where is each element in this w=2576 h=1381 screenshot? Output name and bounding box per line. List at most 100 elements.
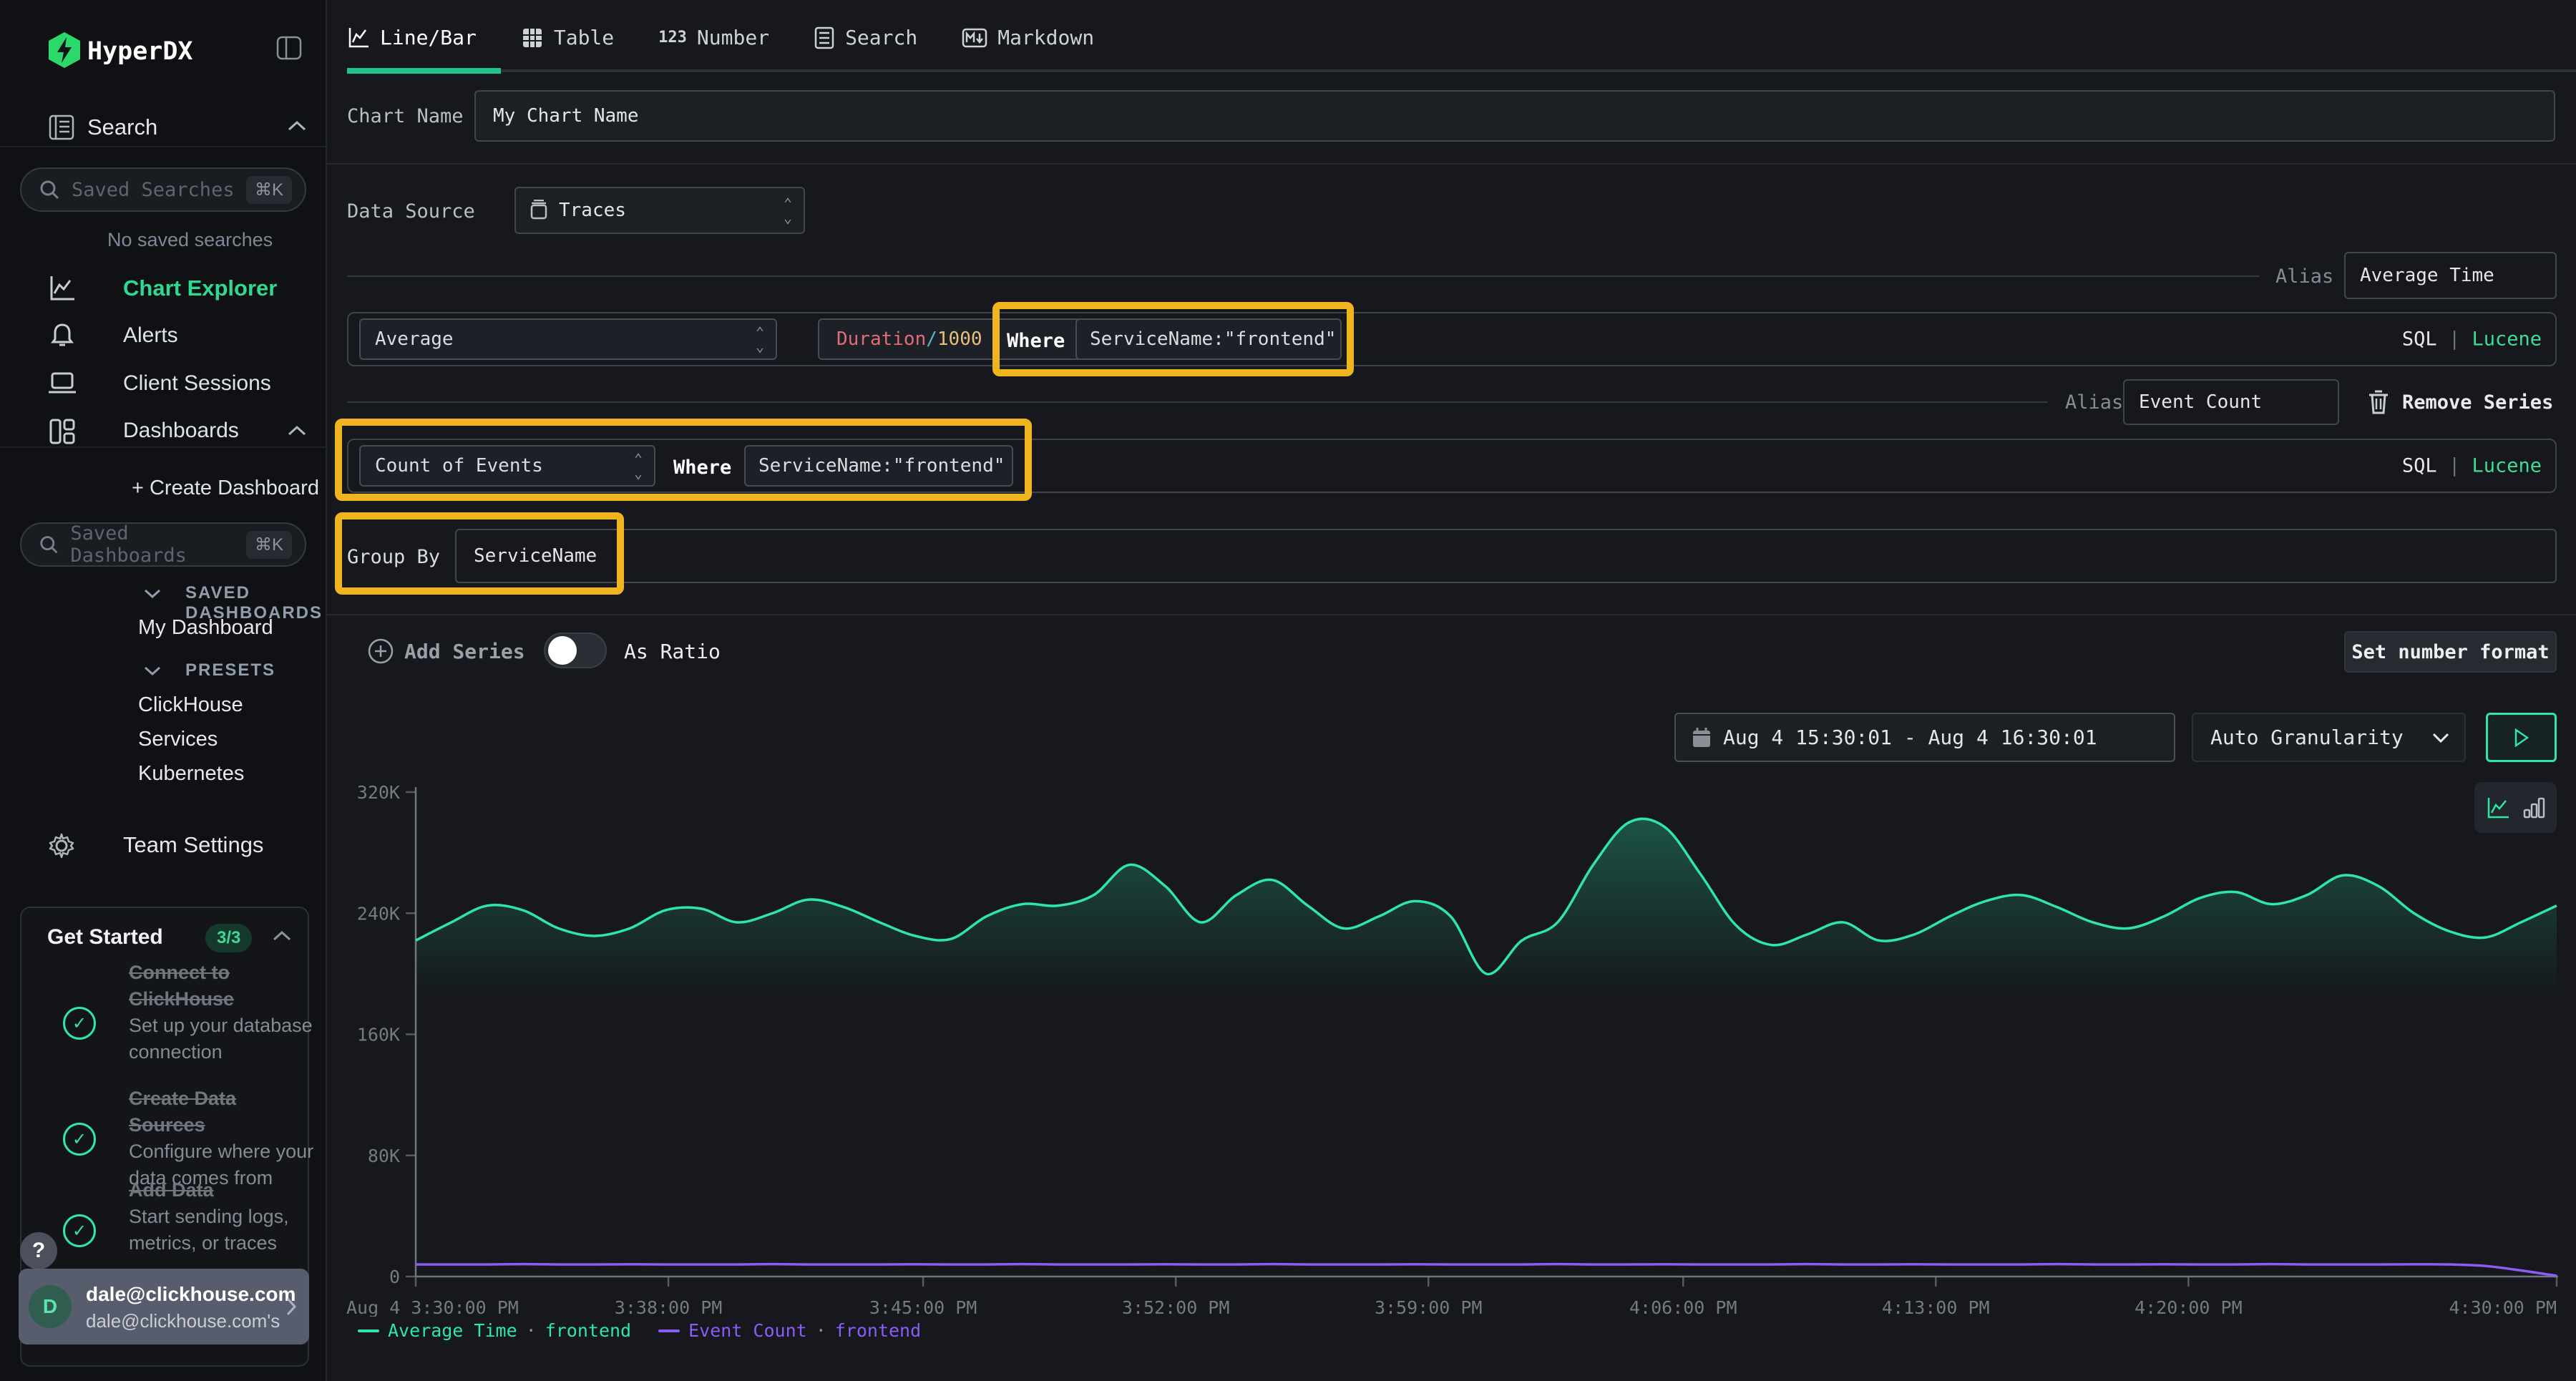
select-chevrons-icon: ⌃⌄ (756, 325, 764, 353)
sidebar-item-services[interactable]: Services (138, 728, 218, 751)
x-axis-tick-label: 4:13:00 PM (1882, 1297, 1990, 1317)
add-circle-icon[interactable] (367, 638, 394, 665)
help-button[interactable]: ? (20, 1232, 57, 1269)
field-operator: / (926, 328, 937, 350)
legend-item[interactable]: Event Count·frontend (658, 1320, 921, 1341)
saved-dashboards-input[interactable]: Saved Dashboards ⌘K (20, 522, 306, 567)
tab-label: Number (697, 26, 769, 49)
tab-number[interactable]: 123 Number (658, 26, 769, 49)
sidebar-item-alerts[interactable]: Alerts (123, 323, 178, 348)
markdown-icon (962, 28, 987, 48)
set-number-format-button[interactable]: Set number format (2344, 631, 2557, 673)
sidebar-item-client-sessions[interactable]: Client Sessions (123, 371, 271, 396)
tab-label: Line/Bar (380, 26, 477, 49)
time-range-input[interactable]: Aug 4 15:30:01 - Aug 4 16:30:01 (1674, 713, 2175, 762)
document-list-icon (814, 26, 835, 49)
select-chevrons-icon: ⌃⌄ (634, 452, 643, 480)
series1-aggregation-select[interactable]: Average ⌃⌄ (359, 318, 777, 360)
chart-name-input[interactable]: My Chart Name (474, 90, 2555, 142)
divider (347, 275, 2260, 277)
saved-searches-placeholder: Saved Searches (72, 179, 235, 201)
sidebar-item-kubernetes[interactable]: Kubernetes (138, 762, 244, 786)
chevron-down-icon[interactable] (143, 664, 162, 677)
sidebar-item-clickhouse[interactable]: ClickHouse (138, 693, 243, 717)
sidebar-item-chart-explorer[interactable]: Chart Explorer (123, 275, 277, 301)
remove-series-button[interactable]: Remove Series (2402, 391, 2553, 414)
select-chevrons-icon: ⌃⌄ (784, 196, 792, 225)
lucene-option[interactable]: Lucene (2472, 455, 2542, 477)
check-circle-icon: ✓ (63, 1214, 96, 1247)
trash-icon[interactable] (2368, 389, 2389, 415)
get-started-item-title[interactable]: Connect to ClickHouse (129, 960, 316, 1012)
run-query-button[interactable] (2486, 713, 2557, 762)
sql-option[interactable]: SQL (2402, 328, 2437, 351)
x-axis-tick-label: 3:38:00 PM (615, 1297, 723, 1317)
collapse-sidebar-icon[interactable] (276, 36, 302, 60)
presets-header[interactable]: PRESETS (185, 660, 275, 680)
series1-alias-value: Average Time (2360, 265, 2494, 286)
data-source-select[interactable]: Traces ⌃⌄ (514, 187, 805, 234)
series-area (416, 819, 2557, 1277)
no-saved-searches-text: No saved searches (107, 229, 273, 251)
series1-where-input[interactable]: ServiceName:"frontend" (1075, 318, 1342, 360)
tab-markdown[interactable]: Markdown (962, 26, 1094, 49)
y-axis-tick-label: 160K (357, 1025, 400, 1045)
sidebar-item-team-settings[interactable]: Team Settings (123, 832, 263, 858)
add-series-button[interactable]: Add Series (404, 640, 525, 663)
as-ratio-toggle[interactable] (544, 633, 607, 668)
series1-where-value: ServiceName:"frontend" (1090, 328, 1336, 350)
chart-legend[interactable]: Average Time·frontend Event Count·fronten… (358, 1320, 921, 1341)
lucene-option[interactable]: Lucene (2472, 328, 2542, 351)
laptop-icon (47, 371, 77, 396)
series2-aggregation-select[interactable]: Count of Events ⌃⌄ (359, 445, 655, 487)
series2-language-switch[interactable]: SQL | Lucene (2402, 455, 2542, 477)
series2-alias-value: Event Count (2139, 391, 2262, 413)
calendar-icon (1692, 727, 1712, 748)
y-axis-tick-label: 240K (357, 903, 400, 924)
time-range-value: Aug 4 15:30:01 - Aug 4 16:30:01 (1723, 726, 2097, 749)
bell-icon (49, 322, 76, 349)
series2-where-input[interactable]: ServiceName:"frontend" (744, 445, 1013, 487)
tab-label: Search (845, 26, 917, 49)
x-axis-tick-label: Aug 4 3:30:00 PM (346, 1297, 519, 1317)
series2-alias-input[interactable]: Event Count (2123, 379, 2339, 425)
sql-option[interactable]: SQL (2402, 455, 2437, 477)
shortcut-badge: ⌘K (246, 176, 292, 204)
x-axis-tick-label: 3:52:00 PM (1122, 1297, 1230, 1317)
sidebar-item-dashboards[interactable]: Dashboards (123, 419, 239, 443)
group-by-input[interactable]: ServiceName (455, 529, 2557, 583)
chevron-down-icon[interactable] (143, 587, 162, 600)
chevron-up-icon[interactable] (286, 424, 308, 438)
tab-search[interactable]: Search (814, 26, 917, 49)
group-by-label: Group By (347, 546, 440, 568)
get-started-item-title[interactable]: Create Data Sources (129, 1085, 316, 1138)
user-sub: dale@clickhouse.com's (86, 1310, 280, 1332)
divider (327, 614, 2576, 615)
chevron-up-icon[interactable] (286, 119, 308, 133)
legend-item[interactable]: Average Time·frontend (358, 1320, 631, 1341)
chevron-down-icon (2431, 731, 2450, 744)
timeseries-chart[interactable]: 080K160K240K320KAug 4 3:30:00 PM3:38:00 … (327, 773, 2576, 1317)
legend-group: frontend (835, 1320, 921, 1341)
saved-searches-input[interactable]: Saved Searches ⌘K (20, 167, 306, 212)
search-icon (39, 534, 59, 555)
sidebar-item-my-dashboard[interactable]: My Dashboard (138, 616, 273, 640)
play-icon (2514, 728, 2529, 747)
tab-label: Markdown (997, 26, 1094, 49)
granularity-select[interactable]: Auto Granularity (2192, 713, 2466, 762)
series1-alias-input[interactable]: Average Time (2344, 252, 2557, 299)
main-content: Line/Bar Table 123 Number Search (327, 0, 2576, 1381)
sidebar-section-search[interactable]: Search (87, 114, 157, 140)
separator: | (2449, 455, 2472, 477)
tab-line-bar[interactable]: Line/Bar (347, 26, 477, 49)
user-chip[interactable]: D dale@clickhouse.com dale@clickhouse.co… (19, 1269, 309, 1345)
divider (327, 163, 2576, 165)
x-axis-tick-label: 4:06:00 PM (1629, 1297, 1737, 1317)
get-started-item-title[interactable]: Add Data (129, 1177, 316, 1204)
chevron-up-icon[interactable] (272, 929, 292, 942)
chevron-right-icon (285, 1296, 298, 1317)
create-dashboard-button[interactable]: + Create Dashboard (132, 477, 319, 500)
tab-table[interactable]: Table (521, 26, 614, 49)
series1-language-switch[interactable]: SQL | Lucene (2402, 328, 2542, 351)
chart-name-placeholder: My Chart Name (493, 105, 639, 127)
